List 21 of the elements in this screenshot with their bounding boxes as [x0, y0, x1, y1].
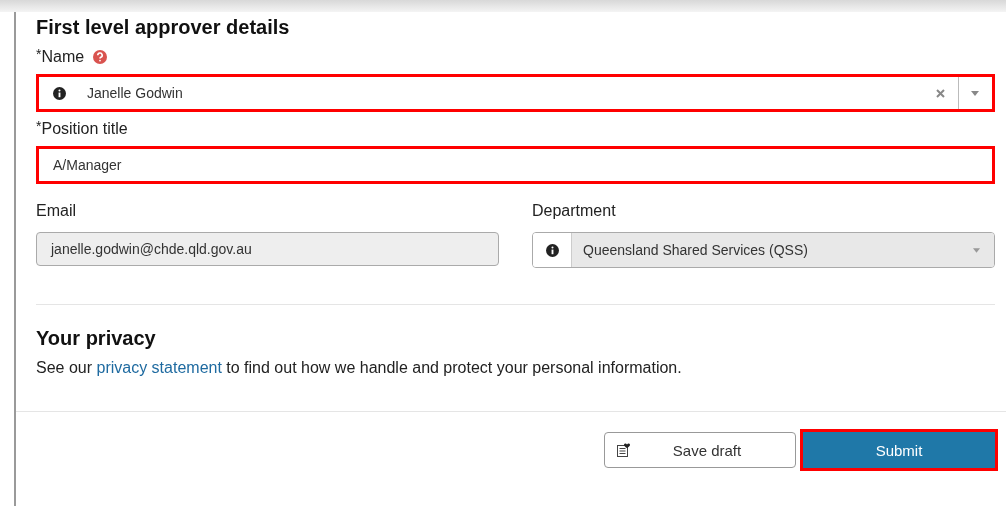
help-icon[interactable] — [93, 50, 108, 64]
position-title-field[interactable]: A/Manager — [36, 146, 995, 184]
field-label: Email — [36, 202, 77, 221]
field-label: Department — [532, 202, 617, 221]
clear-icon[interactable] — [936, 88, 945, 98]
caret-icon — [973, 247, 980, 253]
info-icon — [545, 243, 559, 257]
required-mark: * — [36, 46, 42, 62]
field-label: Position title — [41, 120, 128, 138]
name-select[interactable]: Janelle Godwin — [36, 74, 995, 112]
privacy-text: See our privacy statement to find out how we handle and protect your personal information. — [36, 359, 683, 377]
info-icon — [53, 86, 66, 100]
save-draft-button[interactable]: Save draft — [604, 432, 796, 468]
section-heading: First level approver details — [36, 15, 291, 40]
draft-icon — [617, 443, 631, 457]
required-mark: * — [36, 118, 42, 134]
caret-icon[interactable] — [971, 90, 979, 96]
section-heading: Your privacy — [36, 326, 157, 351]
submit-button[interactable]: Submit — [803, 432, 995, 468]
field-label: Name — [41, 48, 85, 66]
privacy-link[interactable]: privacy statement — [96, 359, 222, 376]
